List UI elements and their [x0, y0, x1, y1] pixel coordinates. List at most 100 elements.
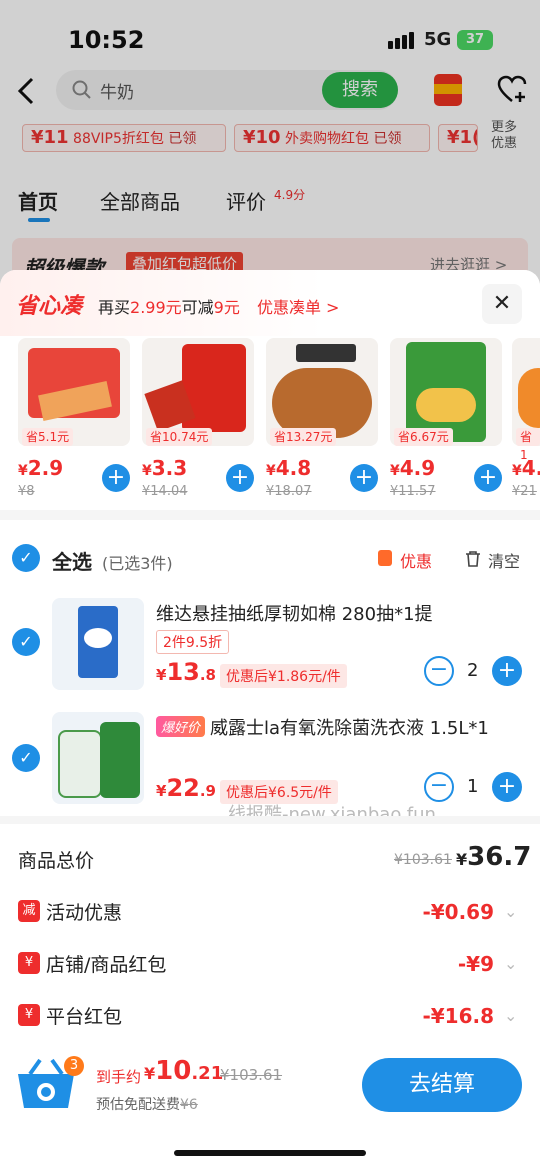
row-value: -¥16.8 [422, 1004, 494, 1028]
decrease-button[interactable]: − [424, 772, 454, 802]
price-value: 4.8 [275, 456, 312, 480]
total-value: ¥36.7 [456, 842, 532, 872]
estimate-dec: .21 [191, 1063, 224, 1084]
cart-count-badge: 3 [64, 1056, 84, 1076]
total-dec: .7 [503, 842, 532, 872]
yen-icon: ¥ [18, 952, 40, 974]
add-button[interactable]: + [102, 464, 130, 492]
product-title[interactable]: 威露士la有氧洗除菌洗衣液 1.5L*1 [210, 714, 489, 740]
card-price: ¥2.9 [18, 456, 64, 480]
price-int: 22 [166, 774, 200, 802]
estimate-orig: ¥103.61 [220, 1066, 283, 1084]
card-orig-price: ¥11.57 [390, 484, 436, 499]
card-price: ¥4. [512, 456, 540, 480]
estimate-label: 到手约 [96, 1068, 142, 1086]
row-label: 店铺/商品红包 [46, 954, 167, 976]
card-price: ¥4.8 [266, 456, 312, 480]
select-all-label[interactable]: 全选 [52, 546, 92, 575]
total-orig: ¥103.61 [394, 852, 452, 868]
bundle-card[interactable]: 省6.67元 ¥4.9 ¥11.57 + [390, 338, 502, 499]
home-indicator [174, 1150, 366, 1156]
price-int: 13 [166, 658, 200, 686]
total-label: 商品总价 [18, 850, 95, 872]
item-price: ¥22.9 [156, 774, 216, 802]
cart-sheet: 省心凑 再买2.99元可减9元 优惠凑单 > ✕ 省5.1元 ¥2.9 ¥8 +… [0, 270, 540, 1170]
item-price: ¥13.8 [156, 658, 216, 686]
bundle-card[interactable]: 省13.27元 ¥4.8 ¥18.07 + [266, 338, 378, 499]
decrease-button[interactable]: − [424, 656, 454, 686]
add-button[interactable]: + [350, 464, 378, 492]
promo-text: 再买2.99元可减9元 优惠凑单 > [98, 294, 339, 318]
increase-button[interactable]: + [492, 772, 522, 802]
yen-icon: ¥ [18, 1004, 40, 1026]
summary-row[interactable]: ¥ 平台红包 -¥16.8 ⌄ [0, 1000, 540, 1034]
coupon-icon [378, 550, 392, 566]
summary-row[interactable]: ¥ 店铺/商品红包 -¥9 ⌄ [0, 948, 540, 982]
quantity[interactable]: 2 [467, 660, 478, 681]
save-badge: 省10.74元 [146, 428, 213, 446]
promo-link[interactable]: 优惠凑单 > [257, 298, 340, 317]
promo-tag: 2件9.5折 [156, 630, 230, 654]
product-image[interactable] [52, 598, 144, 690]
price-value: 3.3 [151, 456, 188, 480]
trash-icon[interactable] [464, 550, 482, 568]
price-dec: .8 [199, 666, 216, 684]
estimate-value: ¥10.21 [144, 1056, 224, 1086]
row-label: 活动优惠 [46, 902, 123, 924]
divider [0, 510, 540, 520]
price-dec: .9 [199, 782, 216, 800]
add-button[interactable]: + [226, 464, 254, 492]
deal-badge: 爆好价 [156, 716, 206, 737]
overlay-dim[interactable] [0, 0, 540, 290]
shipping-orig: ¥6 [180, 1097, 198, 1113]
row-value: -¥0.69 [422, 900, 494, 924]
close-icon: ✕ [492, 291, 512, 316]
price-value: 2.9 [27, 456, 64, 480]
promo-mid: 可减 [181, 298, 214, 317]
clear-button[interactable]: 清空 [488, 548, 520, 572]
total-int: 36 [467, 842, 504, 872]
add-button[interactable]: + [474, 464, 502, 492]
card-price: ¥3.3 [142, 456, 188, 480]
chevron-down-icon: ⌄ [504, 954, 518, 973]
save-badge: 省1 [516, 428, 540, 462]
save-badge: 省13.27元 [270, 428, 337, 446]
shengxincou-logo: 省心凑 [16, 294, 83, 319]
estimate-int: 10 [155, 1056, 192, 1086]
save-badge: 省5.1元 [22, 428, 74, 446]
discount-icon: 减 [18, 900, 40, 922]
row-label: 平台红包 [46, 1006, 123, 1028]
quantity[interactable]: 1 [467, 776, 478, 797]
item-checkbox[interactable]: ✓ [12, 628, 40, 656]
after-discount: 优惠后¥1.86元/件 [220, 664, 347, 688]
bundle-card[interactable]: 省5.1元 ¥2.9 ¥8 + [18, 338, 130, 499]
select-all-checkbox[interactable]: ✓ [12, 544, 40, 572]
selected-count: (已选3件) [102, 554, 173, 573]
product-title[interactable]: 维达悬挂抽纸厚韧如棉 280抽*1提 [156, 600, 433, 626]
product-image[interactable] [52, 712, 144, 804]
promo-discount: 9元 [213, 298, 240, 317]
checkout-button[interactable]: 去结算 [362, 1058, 522, 1112]
bundle-card[interactable]: 省1 ¥4. ¥21 [512, 338, 540, 498]
increase-button[interactable]: + [492, 656, 522, 686]
shipping-info: 预估免配送费¥6 [96, 1094, 198, 1114]
price-value: 4.9 [399, 456, 436, 480]
chevron-down-icon: ⌄ [504, 902, 518, 921]
card-price: ¥4.9 [390, 456, 436, 480]
chevron-down-icon: ⌄ [504, 1006, 518, 1025]
promo-amount: 2.99元 [130, 298, 182, 317]
store-page: 10:52 5G 37 牛奶 搜索 ¥11 88VIP5折红包 已领 ¥10 外… [0, 0, 540, 290]
card-orig-price: ¥18.07 [266, 484, 312, 499]
price-value: 4. [521, 456, 540, 480]
summary-row[interactable]: 减 活动优惠 -¥0.69 ⌄ [0, 896, 540, 930]
bundle-card[interactable]: 省10.74元 ¥3.3 ¥14.04 + [142, 338, 254, 499]
divider [0, 816, 540, 824]
discount-button[interactable]: 优惠 [400, 548, 432, 572]
close-button[interactable]: ✕ [482, 284, 522, 324]
card-orig-price: ¥14.04 [142, 484, 188, 499]
card-orig-price: ¥21 [512, 484, 537, 498]
save-badge: 省6.67元 [394, 428, 453, 446]
item-checkbox[interactable]: ✓ [12, 744, 40, 772]
cart-item: ✓ 维达悬挂抽纸厚韧如棉 280抽*1提 2件9.5折 ¥13.8 优惠后¥1.… [0, 590, 540, 702]
promo-prefix: 再买 [98, 298, 131, 317]
